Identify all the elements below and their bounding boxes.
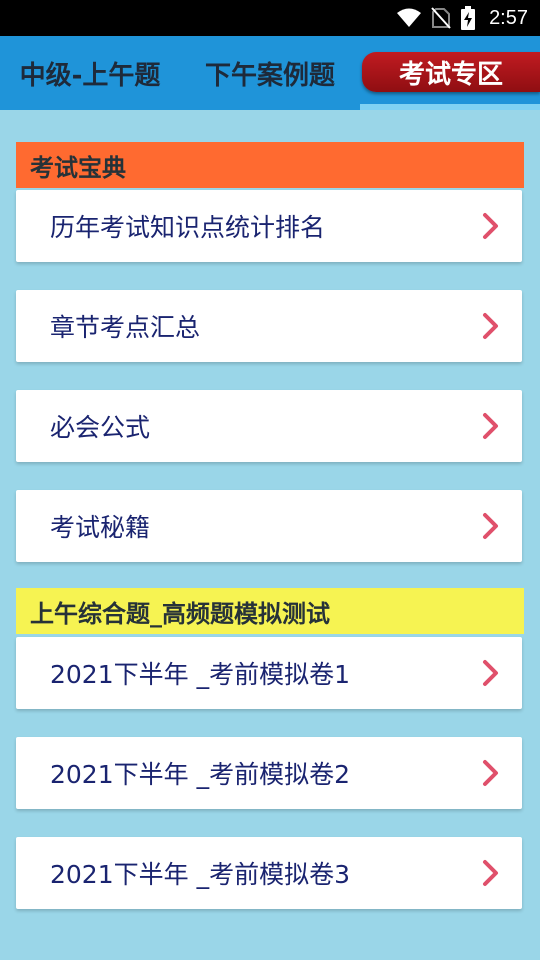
list-item-label: 章节考点汇总 bbox=[50, 313, 201, 342]
chevron-right-icon bbox=[482, 412, 500, 440]
chevron-right-icon bbox=[482, 312, 500, 340]
list-item-formulas[interactable]: 必会公式 bbox=[16, 390, 522, 462]
list-item-knowledge-ranking[interactable]: 历年考试知识点统计排名 bbox=[16, 190, 522, 262]
tab-afternoon-cases[interactable]: 下午案例题 bbox=[180, 36, 360, 110]
active-tab-indicator bbox=[360, 104, 540, 110]
chevron-right-icon bbox=[482, 212, 500, 240]
list-item-mock-exam-3[interactable]: 2021下半年 _考前模拟卷3 bbox=[16, 837, 522, 909]
tab-exam-zone[interactable]: 考试专区 bbox=[362, 52, 540, 92]
chevron-right-icon bbox=[482, 659, 500, 687]
list-item-label: 2021下半年 _考前模拟卷3 bbox=[50, 860, 350, 889]
list-item-label: 必会公式 bbox=[50, 413, 151, 442]
list-item-label: 2021下半年 _考前模拟卷2 bbox=[50, 760, 350, 789]
list-item-label: 考试秘籍 bbox=[50, 513, 151, 542]
chevron-right-icon bbox=[482, 859, 500, 887]
list-item-mock-exam-1[interactable]: 2021下半年 _考前模拟卷1 bbox=[16, 637, 522, 709]
battery-charging-icon bbox=[461, 6, 476, 30]
no-sim-icon bbox=[431, 7, 451, 29]
chevron-right-icon bbox=[482, 512, 500, 540]
section-header-exam-guide: 考试宝典 bbox=[16, 142, 524, 188]
list-item-label: 历年考试知识点统计排名 bbox=[50, 213, 326, 242]
list-item-mock-exam-2[interactable]: 2021下半年 _考前模拟卷2 bbox=[16, 737, 522, 809]
tab-bar: 中级-上午题 下午案例题 考试专区 bbox=[0, 36, 540, 110]
status-bar: 2:57 bbox=[0, 0, 540, 36]
list-item-label: 2021下半年 _考前模拟卷1 bbox=[50, 660, 350, 689]
tab-morning-questions[interactable]: 中级-上午题 bbox=[0, 36, 180, 110]
status-time: 2:57 bbox=[489, 6, 528, 29]
list-item-exam-tips[interactable]: 考试秘籍 bbox=[16, 490, 522, 562]
section-header-mock-tests: 上午综合题_高频题模拟测试 bbox=[16, 588, 524, 634]
wifi-icon bbox=[397, 8, 422, 28]
chevron-right-icon bbox=[482, 759, 500, 787]
list-item-chapter-summary[interactable]: 章节考点汇总 bbox=[16, 290, 522, 362]
